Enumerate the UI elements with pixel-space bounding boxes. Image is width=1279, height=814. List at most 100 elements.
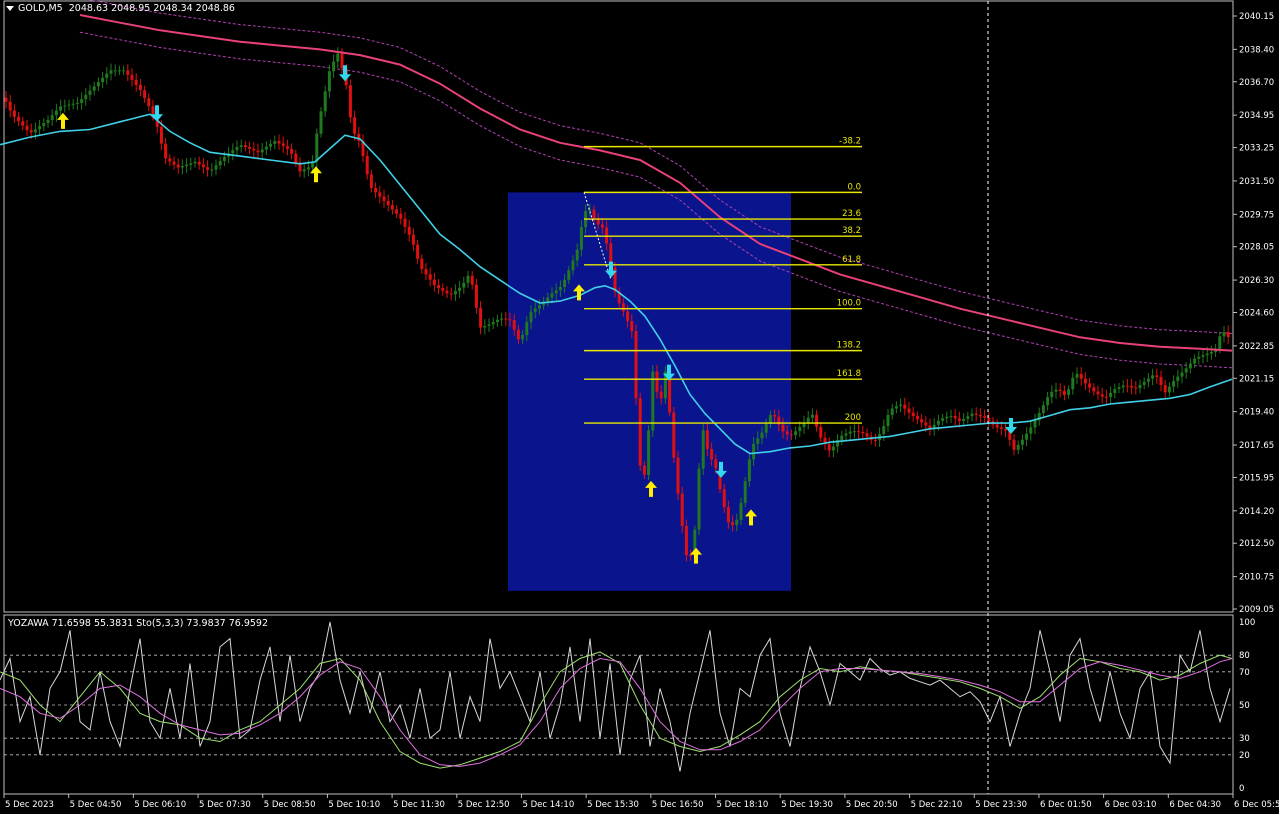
candle-body <box>399 213 403 219</box>
time-tick-label: 5 Dec 2023 <box>5 800 54 810</box>
candle-body <box>197 161 201 165</box>
candle-body <box>920 419 924 423</box>
fib-level-label: 38.2 <box>842 226 861 236</box>
candle-body <box>1193 358 1197 364</box>
candle-body <box>1151 375 1155 379</box>
candle-body <box>945 416 949 419</box>
candle-body <box>621 303 625 312</box>
time-tick-label: 5 Dec 04:50 <box>70 800 122 810</box>
candle-body <box>126 70 130 75</box>
candle-body <box>735 519 739 525</box>
candle-body <box>269 143 273 147</box>
candle-body <box>957 418 961 421</box>
candle-body <box>848 431 852 434</box>
candle-body <box>1062 390 1066 395</box>
candle-body <box>285 146 289 149</box>
candle-body <box>306 167 310 170</box>
oscillator-header: YOZAWA 71.6598 55.3831 Sto(5,3,3) 73.983… <box>8 618 269 629</box>
candle-body <box>201 164 205 168</box>
candle-body <box>1025 433 1029 440</box>
candle-body <box>655 371 659 392</box>
candle-body <box>1218 336 1222 349</box>
time-tick-label: 5 Dec 06:10 <box>134 800 186 810</box>
candle-body <box>1054 389 1058 392</box>
time-tick-label: 5 Dec 11:30 <box>393 800 445 810</box>
time-tick-label: 6 Dec 03:10 <box>1105 800 1157 810</box>
candle-body <box>63 105 67 107</box>
candle-body <box>1004 428 1008 431</box>
candle-body <box>697 468 701 530</box>
oscillator-level-label: 30 <box>1239 734 1250 744</box>
candle-body <box>626 311 630 322</box>
time-tick-label: 5 Dec 07:30 <box>199 800 251 810</box>
candle-body <box>466 275 470 283</box>
fib-level-label: 161.8 <box>837 369 861 379</box>
candle-body <box>550 293 554 298</box>
candle-body <box>978 414 982 417</box>
symbol-header[interactable]: GOLD,M5 2048.63 2048.95 2048.34 2048.86 <box>6 3 235 14</box>
price-chart[interactable]: -38.20.023.638.261.8100.0138.2161.8200 2… <box>0 0 1279 814</box>
candle-body <box>1012 439 1016 450</box>
price-tick-label: 2036.70 <box>1239 78 1274 88</box>
fib-level-label: 23.6 <box>842 209 861 219</box>
candle-body <box>42 123 46 127</box>
candle-body <box>1046 397 1050 406</box>
candle-body <box>1176 376 1180 382</box>
candle-body <box>798 427 802 432</box>
candle-body <box>8 101 12 111</box>
candle-body <box>575 249 579 261</box>
candle-body <box>214 165 218 170</box>
candle-body <box>966 416 970 419</box>
price-tick-label: 2038.40 <box>1239 45 1274 55</box>
candle-body <box>659 391 663 399</box>
price-tick-label: 2040.15 <box>1239 12 1274 22</box>
candle-body <box>1029 427 1033 434</box>
candle-body <box>101 77 105 83</box>
candle-body <box>71 103 75 105</box>
candle-body <box>130 74 134 80</box>
candle-body <box>432 279 436 286</box>
candle-body <box>563 279 567 288</box>
oscillator-level-label: 20 <box>1239 751 1250 761</box>
candle-body <box>1167 386 1171 393</box>
candle-body <box>1075 373 1079 378</box>
oscillator-level-label: 80 <box>1239 651 1250 661</box>
candle-body <box>273 141 277 144</box>
candle-body <box>67 104 71 106</box>
candle-body <box>319 111 323 134</box>
candle-body <box>407 226 411 235</box>
ohlc-values: 2048.63 2048.95 2048.34 2048.86 <box>68 3 235 14</box>
candle-body <box>815 414 819 427</box>
candle-body <box>554 290 558 294</box>
price-tick-label: 2017.65 <box>1239 441 1274 451</box>
candle-body <box>59 106 63 111</box>
time-tick-label: 5 Dec 14:10 <box>522 800 574 810</box>
candle-body <box>479 307 483 328</box>
candle-body <box>936 420 940 425</box>
candle-body <box>327 71 331 92</box>
candle-body <box>159 126 163 144</box>
candle-body <box>806 417 810 423</box>
candle-body <box>890 408 894 415</box>
price-tick-label: 2015.95 <box>1239 473 1274 483</box>
candle-body <box>54 110 58 116</box>
price-tick-label: 2024.60 <box>1239 309 1274 319</box>
candle-body <box>651 371 655 431</box>
candle-body <box>592 209 596 219</box>
candle-body <box>1016 444 1020 450</box>
candle-body <box>323 91 327 112</box>
candle-body <box>147 98 151 107</box>
dropdown-triangle-icon[interactable] <box>6 6 14 11</box>
candle-body <box>189 163 193 165</box>
candle-body <box>231 150 235 154</box>
candle-body <box>495 319 499 323</box>
candle-body <box>315 133 319 162</box>
price-tick-label: 2022.85 <box>1239 342 1274 352</box>
candle-body <box>185 164 189 167</box>
candle-body <box>1130 385 1134 388</box>
candle-body <box>80 99 84 103</box>
candle-body <box>1121 385 1125 388</box>
candle-body <box>831 446 835 451</box>
candle-body <box>395 209 399 214</box>
candle-body <box>12 110 16 117</box>
